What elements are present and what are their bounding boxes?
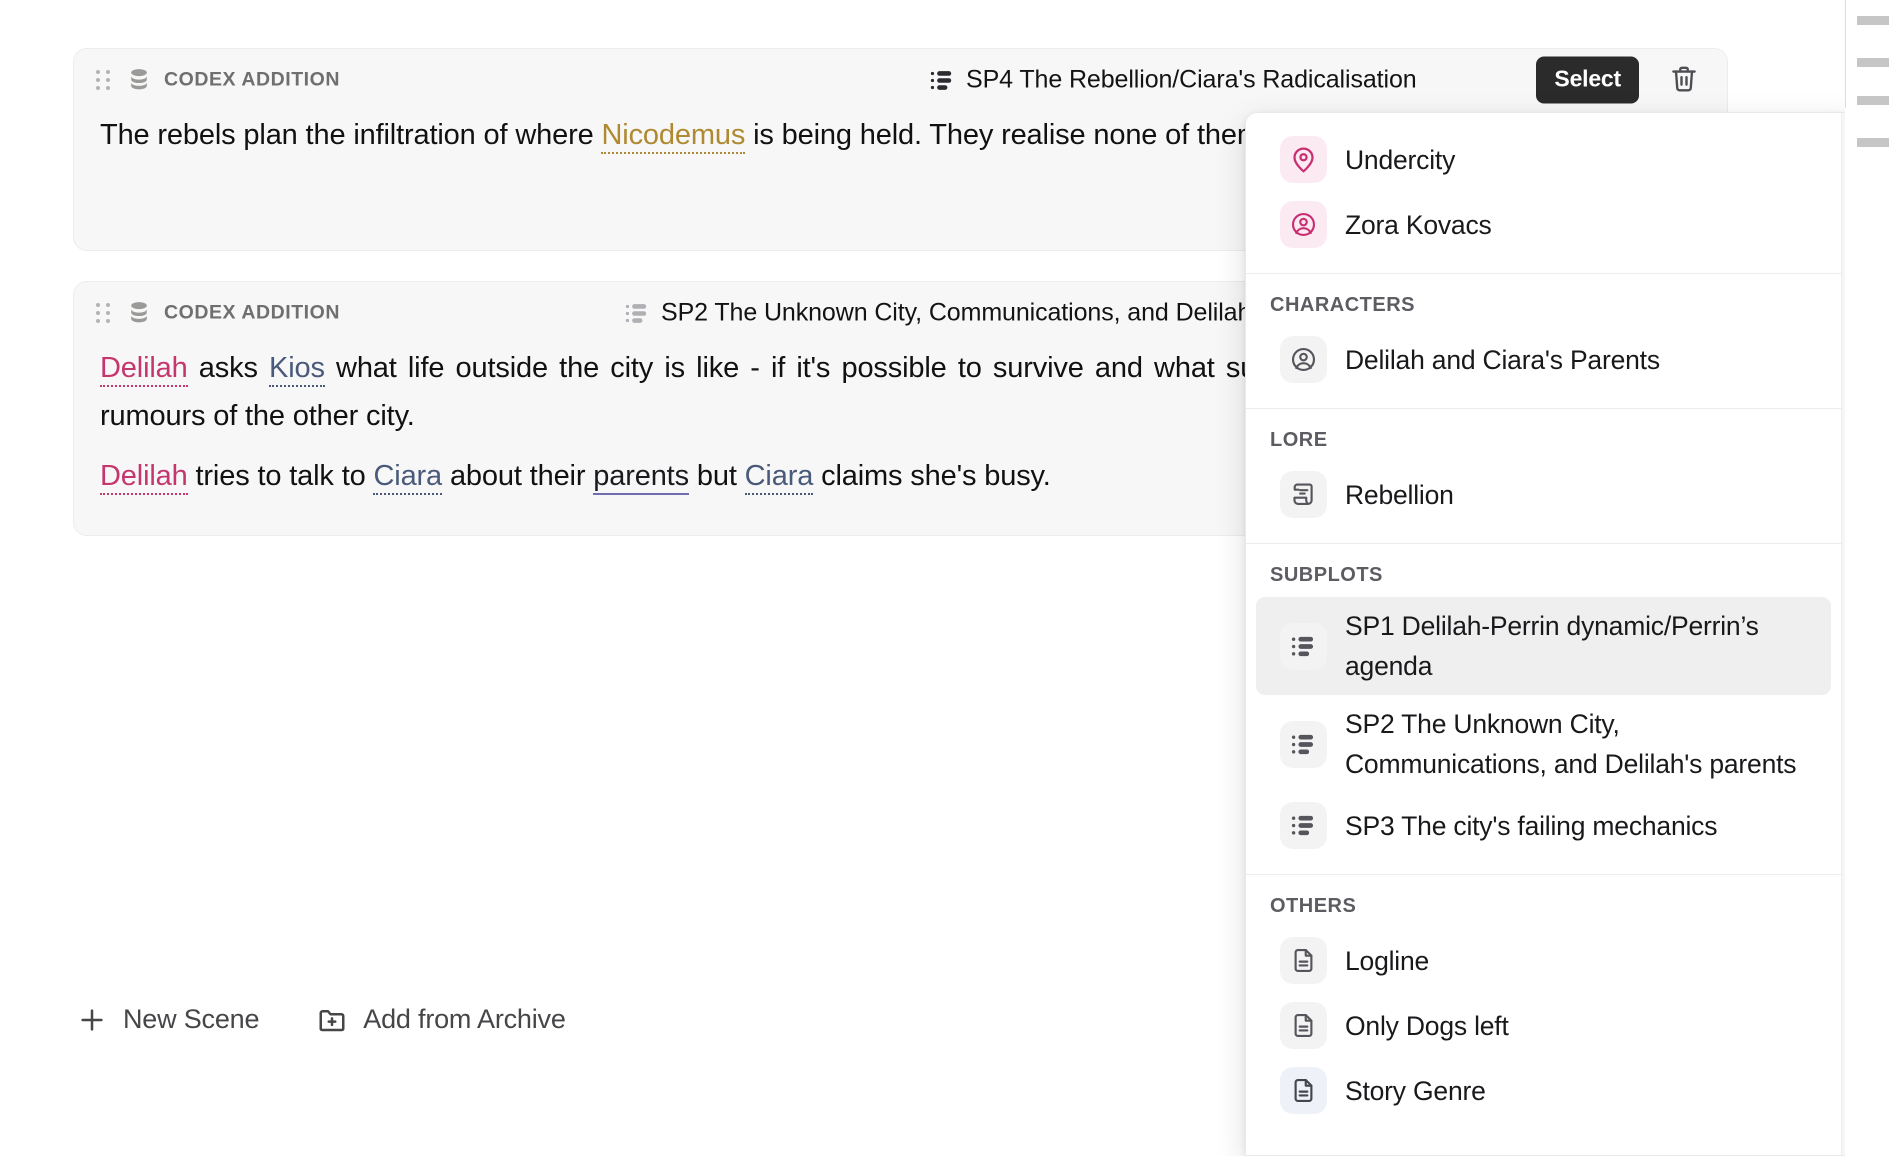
dropdown-item-label: Only Dogs left <box>1345 1006 1509 1046</box>
document-icon <box>1280 1067 1327 1114</box>
entity-link-ciara[interactable]: Ciara <box>373 460 442 495</box>
entity-link-ciara[interactable]: Ciara <box>745 460 814 495</box>
rail-segment <box>1857 58 1889 67</box>
card-type-label: CODEX ADDITION <box>164 302 340 325</box>
dropdown-item-label: SP3 The city's failing mechanics <box>1345 806 1717 846</box>
subplot-icon <box>1280 802 1327 849</box>
dropdown-item-label: Rebellion <box>1345 475 1454 515</box>
add-from-archive-button[interactable]: Add from Archive <box>313 1000 569 1039</box>
subplot-icon <box>1280 721 1327 768</box>
dropdown-item-label: Logline <box>1345 941 1429 981</box>
text-run: about their <box>442 460 593 492</box>
scene-subplot-label: SP4 The Rebellion/Ciara's Radicalisation <box>966 66 1417 95</box>
text-run: but <box>689 460 745 492</box>
dropdown-item[interactable]: SP1 Delilah-Perrin dynamic/Perrin’s agen… <box>1256 597 1831 695</box>
folder-plus-icon <box>317 1005 347 1035</box>
dropdown-item[interactable]: Delilah and Ciara's Parents <box>1256 327 1831 392</box>
dropdown-item[interactable]: Only Dogs left <box>1256 993 1831 1058</box>
dropdown-item-label: Delilah and Ciara's Parents <box>1345 340 1660 380</box>
select-button[interactable]: Select <box>1536 57 1639 104</box>
text-run: tries to talk to <box>188 460 374 492</box>
subplot-icon <box>929 67 955 93</box>
add-from-archive-label: Add from Archive <box>363 1004 565 1035</box>
dropdown-section: LORE Rebellion <box>1246 409 1841 544</box>
new-scene-button[interactable]: New Scene <box>73 1000 263 1039</box>
dropdown-item[interactable]: SP3 The city's failing mechanics <box>1256 793 1831 858</box>
trash-icon <box>1669 64 1699 97</box>
entity-link-nicodemus[interactable]: Nicodemus <box>601 119 745 154</box>
dropdown-item[interactable]: SP2 The Unknown City, Communications, an… <box>1256 695 1831 793</box>
dropdown-section-heading: LORE <box>1246 417 1841 462</box>
new-scene-label: New Scene <box>123 1004 259 1035</box>
dropdown-item[interactable]: Story Genre <box>1256 1058 1831 1123</box>
card-type-label: CODEX ADDITION <box>164 69 340 92</box>
rail-divider <box>1845 0 1846 108</box>
dropdown-item-label: Undercity <box>1345 140 1455 180</box>
codex-reference-dropdown[interactable]: Undercity Zora Kovacs CHARACTERS Delilah an… <box>1245 112 1860 1156</box>
right-rail <box>1845 0 1889 1156</box>
dropdown-section-heading: OTHERS <box>1246 883 1841 928</box>
drag-handle-icon[interactable] <box>96 70 110 90</box>
database-icon <box>126 67 152 93</box>
subplot-icon <box>1280 623 1327 670</box>
entity-link-delilah[interactable]: Delilah <box>100 352 188 387</box>
text-run: claims she's busy. <box>813 460 1050 492</box>
text-run: asks <box>188 352 269 384</box>
dropdown-item[interactable]: Undercity <box>1256 127 1831 192</box>
dropdown-item[interactable]: Rebellion <box>1256 462 1831 527</box>
entity-link-kios[interactable]: Kios <box>269 352 325 387</box>
dropdown-item-label: Zora Kovacs <box>1345 205 1492 245</box>
user-circle-icon <box>1280 201 1327 248</box>
user-circle-icon <box>1280 336 1327 383</box>
rail-segment <box>1857 96 1889 105</box>
scroll-icon <box>1280 471 1327 518</box>
entity-link-delilah[interactable]: Delilah <box>100 460 188 495</box>
document-icon <box>1280 1002 1327 1049</box>
text-run: The rebels plan the infiltration of wher… <box>100 119 601 151</box>
database-icon <box>126 300 152 326</box>
rail-segment <box>1857 16 1889 25</box>
dropdown-item-label: Story Genre <box>1345 1071 1486 1111</box>
map-pin-icon <box>1280 136 1327 183</box>
delete-scene-button[interactable] <box>1667 63 1701 97</box>
rail-segment <box>1857 138 1889 147</box>
dropdown-section: CHARACTERS Delilah and Ciara's Parents <box>1246 274 1841 409</box>
dropdown-item[interactable]: Logline <box>1256 928 1831 993</box>
dropdown-section: OTHERS Logline Only Dogs left Story Genre <box>1246 875 1841 1139</box>
drag-handle-icon[interactable] <box>96 303 110 323</box>
dropdown-item-label: SP2 The Unknown City, Communications, an… <box>1345 704 1807 784</box>
plus-icon <box>77 1005 107 1035</box>
dropdown-section: Undercity Zora Kovacs <box>1246 113 1841 274</box>
scene-list-actions: New Scene Add from Archive <box>73 1000 570 1039</box>
scene-subplot-chip[interactable]: SP4 The Rebellion/Ciara's Radicalisation <box>929 66 1417 95</box>
dropdown-scroll-area[interactable]: Undercity Zora Kovacs CHARACTERS Delilah an… <box>1246 113 1841 1155</box>
dropdown-section: SUBPLOTS SP1 Delilah-Perrin dynamic/Perri… <box>1246 544 1841 875</box>
app-root: CODEX ADDITION SP4 The Rebellion/Ciara's… <box>0 0 1889 1156</box>
dropdown-item[interactable]: Zora Kovacs <box>1256 192 1831 257</box>
document-icon <box>1280 937 1327 984</box>
scene-card-header: CODEX ADDITION SP4 The Rebellion/Ciara's… <box>74 49 1727 111</box>
subplot-icon <box>624 300 650 326</box>
dropdown-item-label: SP1 Delilah-Perrin dynamic/Perrin’s agen… <box>1345 606 1807 686</box>
dropdown-section-heading: SUBPLOTS <box>1246 552 1841 597</box>
dropdown-section-heading: CHARACTERS <box>1246 282 1841 327</box>
entity-link-parents[interactable]: parents <box>593 460 689 495</box>
